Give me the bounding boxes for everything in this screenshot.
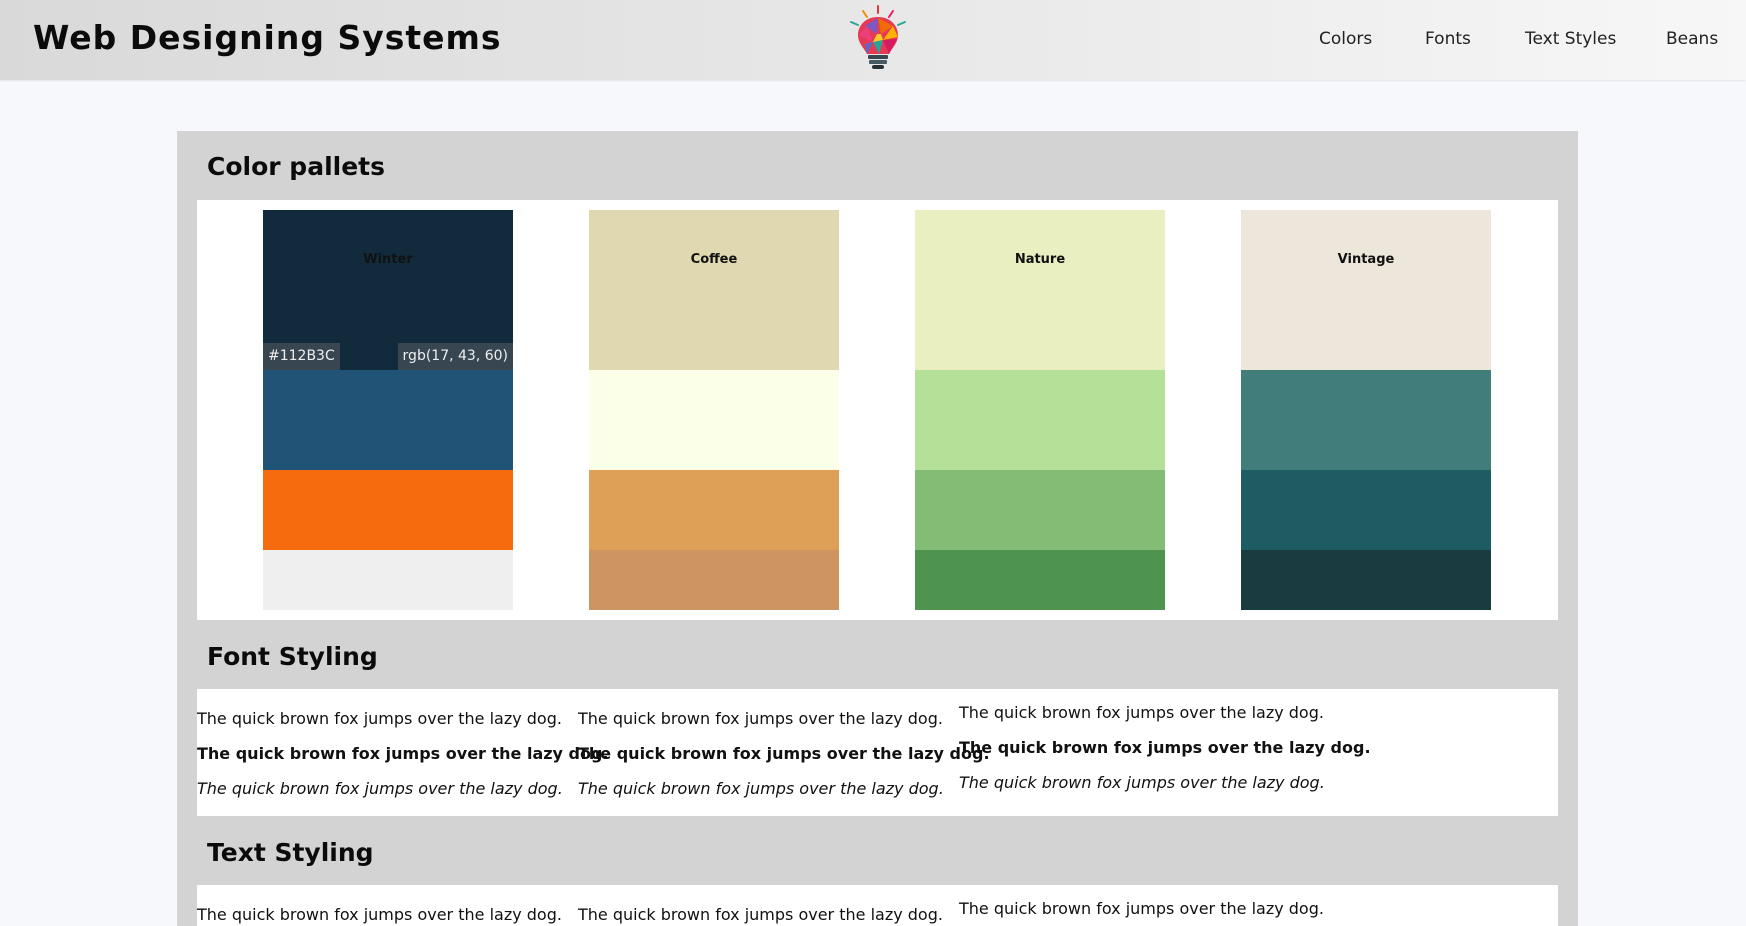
swatch-nature-3[interactable] [915, 470, 1165, 550]
swatch-coffee-1[interactable] [589, 210, 839, 370]
section-title-fonts: Font Styling [207, 642, 378, 671]
section-title-colors: Color pallets [207, 152, 385, 181]
nav-fonts[interactable]: Fonts [1425, 29, 1471, 49]
font-sample-bold: The quick brown fox jumps over the lazy … [197, 744, 609, 763]
palette-name: Coffee [690, 252, 738, 267]
font-sample-italic: The quick brown fox jumps over the lazy … [197, 779, 563, 798]
swatch-coffee-3[interactable] [589, 470, 839, 550]
swatch-winter-4[interactable] [263, 550, 513, 610]
font-sample-italic: The quick brown fox jumps over the lazy … [959, 773, 1325, 792]
palette-vintage: Vintage [1241, 210, 1491, 610]
text-sample-regular: The quick brown fox jumps over the lazy … [197, 905, 562, 924]
palettes-panel: Winter #112B3C rgb(17, 43, 60) Coffee Na… [197, 200, 1558, 620]
palette-coffee: Coffee [589, 210, 839, 610]
font-styling-panel: The quick brown fox jumps over the lazy … [197, 689, 1558, 816]
font-sample-regular: The quick brown fox jumps over the lazy … [197, 709, 562, 728]
swatch-vintage-4[interactable] [1241, 550, 1491, 610]
swatch-nature-2[interactable] [915, 370, 1165, 470]
font-sample-italic: The quick brown fox jumps over the lazy … [578, 779, 944, 798]
font-sample-regular: The quick brown fox jumps over the lazy … [578, 709, 943, 728]
swatch-coffee-2[interactable] [589, 370, 839, 470]
swatch-vintage-2[interactable] [1241, 370, 1491, 470]
section-title-text: Text Styling [207, 838, 374, 867]
font-sample-regular: The quick brown fox jumps over the lazy … [959, 703, 1324, 722]
nav-beans[interactable]: Beans [1666, 29, 1718, 49]
palette-nature: Nature [915, 210, 1165, 610]
swatch-nature-1[interactable] [915, 210, 1165, 370]
hex-value-badge: #112B3C [263, 343, 340, 370]
font-sample-bold: The quick brown fox jumps over the lazy … [959, 738, 1371, 757]
swatch-nature-4[interactable] [915, 550, 1165, 610]
lightbulb-icon [850, 5, 906, 69]
main-container: Color pallets Winter #112B3C rgb(17, 43,… [177, 131, 1578, 926]
rgb-value-badge: rgb(17, 43, 60) [397, 343, 513, 370]
text-styling-panel: The quick brown fox jumps over the lazy … [197, 885, 1558, 926]
palette-winter: Winter #112B3C rgb(17, 43, 60) [263, 210, 513, 610]
text-sample-regular: The quick brown fox jumps over the lazy … [959, 899, 1324, 918]
swatch-vintage-1[interactable] [1241, 210, 1491, 370]
site-title[interactable]: Web Designing Systems [33, 18, 502, 57]
swatch-vintage-3[interactable] [1241, 470, 1491, 550]
text-sample-regular: The quick brown fox jumps over the lazy … [578, 905, 943, 924]
nav-colors[interactable]: Colors [1319, 29, 1372, 49]
swatch-winter-2[interactable] [263, 370, 513, 470]
font-sample-bold: The quick brown fox jumps over the lazy … [578, 744, 990, 763]
palette-name: Winter [363, 252, 413, 267]
palette-name: Vintage [1337, 252, 1395, 267]
swatch-winter-3[interactable] [263, 470, 513, 550]
palette-name: Nature [1014, 252, 1066, 267]
swatch-coffee-4[interactable] [589, 550, 839, 610]
nav-text-styles[interactable]: Text Styles [1525, 29, 1616, 49]
top-navbar: Web Designing Systems Colors Fonts Text … [0, 0, 1746, 80]
